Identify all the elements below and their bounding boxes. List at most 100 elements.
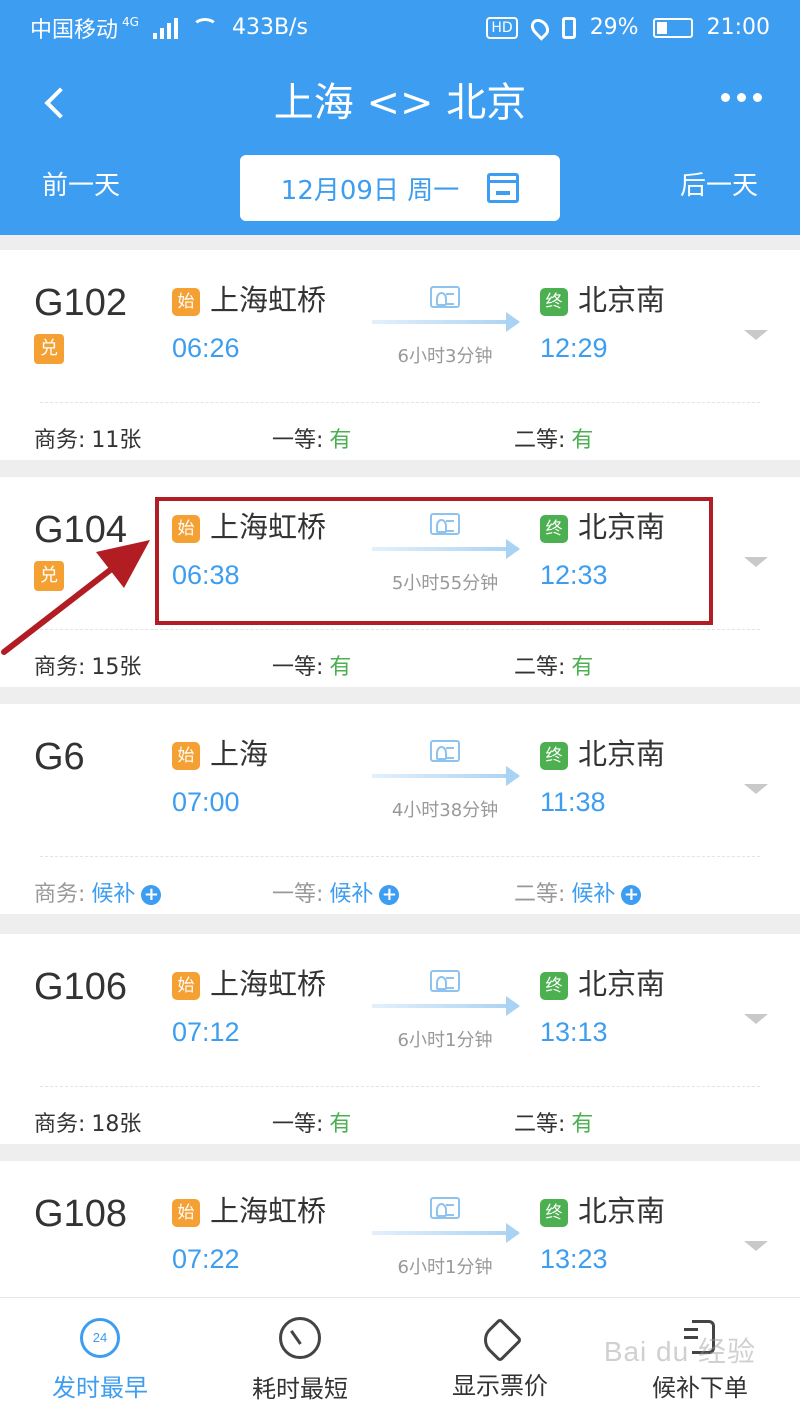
divider [40, 402, 760, 403]
start-badge: 始 [172, 1199, 200, 1227]
sort-earliest-button[interactable]: 24 发时最早 [0, 1298, 200, 1422]
watermark: Bai du 经验 [603, 1336, 756, 1367]
network-type: 4G [122, 14, 139, 29]
train-number: G6 [34, 736, 85, 778]
plus-circle-icon[interactable]: + [621, 885, 642, 905]
train-card-g108[interactable]: G108 始 上海虹桥 07:22 6小时1分钟 终 北京南 13:23 [0, 1161, 800, 1301]
vibrate-icon [561, 16, 576, 39]
route-arrow [372, 539, 520, 559]
arrive-time: 12:29 [540, 333, 608, 363]
to-station: 北京南 [578, 967, 666, 1001]
id-card-icon [430, 970, 460, 992]
depart-time: 07:12 [172, 1017, 240, 1047]
seat-first[interactable]: 一等: 候补 + [272, 880, 400, 910]
chevron-down-icon[interactable] [744, 784, 768, 794]
date-label: 12月09日 周一 [280, 175, 460, 206]
start-badge: 始 [172, 742, 200, 770]
status-bar: 中国移动 4G 433B/s HD 29% 21:00 [0, 0, 800, 55]
plus-circle-icon[interactable]: + [141, 885, 162, 905]
train-card-g6[interactable]: G6 始 上海 07:00 4小时38分钟 终 北京南 11:38 商务: 候补 +… [0, 704, 800, 914]
seat-second[interactable]: 二等: 候补 + [514, 880, 642, 910]
back-arrow-icon[interactable] [36, 83, 76, 123]
sort-earliest-label: 发时最早 [52, 1373, 148, 1402]
seat-first: 一等: 有 [272, 428, 352, 453]
location-icon [526, 14, 553, 41]
train-number: G102 [34, 282, 127, 324]
plus-circle-icon[interactable]: + [379, 885, 400, 905]
end-badge: 终 [540, 515, 568, 543]
prev-day-button[interactable]: 前一天 [42, 163, 120, 209]
divider [40, 856, 760, 857]
show-price-button[interactable]: 显示票价 [400, 1298, 600, 1422]
duration: 4小时38分钟 [391, 800, 499, 821]
waitlist-order-label: 候补下单 [652, 1373, 748, 1402]
seat-business: 商务: 18张 [34, 1112, 142, 1137]
more-dots-icon[interactable] [721, 93, 762, 102]
end-badge: 终 [540, 288, 568, 316]
network-speed: 433B/s [231, 15, 308, 40]
arrive-time: 12:33 [540, 560, 608, 590]
seat-business: 商务: 11张 [34, 428, 142, 453]
header: 上海 <> 北京 前一天 12月09日 周一 后一天 [0, 55, 800, 235]
sort-shortest-label: 耗时最短 [252, 1374, 348, 1403]
id-card-icon [430, 286, 460, 308]
to-station: 北京南 [578, 510, 666, 544]
timer-icon [279, 1316, 321, 1359]
id-card-icon [430, 1197, 460, 1219]
seat-first: 一等: 有 [272, 655, 352, 680]
battery-icon [652, 17, 693, 38]
price-tag-icon [477, 1316, 523, 1363]
sort-shortest-button[interactable]: 耗时最短 [200, 1298, 400, 1422]
seat-first: 一等: 有 [272, 1112, 352, 1137]
chevron-down-icon[interactable] [744, 1241, 768, 1251]
from-station: 上海虹桥 [210, 283, 327, 317]
end-badge: 终 [540, 1199, 568, 1227]
id-card-icon [430, 740, 460, 762]
hd-icon: HD [486, 16, 518, 39]
from-station: 上海 [210, 737, 269, 771]
start-badge: 始 [172, 972, 200, 1000]
route-arrow [372, 996, 520, 1016]
route-arrow [372, 312, 520, 332]
date-picker[interactable]: 12月09日 周一 [240, 155, 560, 221]
seat-second: 二等: 有 [514, 1112, 594, 1137]
end-badge: 终 [540, 742, 568, 770]
route-arrow [372, 766, 520, 786]
from-station: 上海虹桥 [210, 1194, 327, 1228]
train-number: G106 [34, 966, 127, 1008]
calendar-icon [487, 173, 520, 203]
clock-24-icon: 24 [80, 1317, 120, 1358]
chevron-down-icon[interactable] [744, 557, 768, 567]
seat-second: 二等: 有 [514, 655, 594, 680]
depart-time: 06:38 [172, 560, 240, 590]
from-station: 上海虹桥 [210, 967, 327, 1001]
to-station: 北京南 [578, 283, 666, 317]
from-station: 上海虹桥 [210, 510, 327, 544]
duration: 6小时1分钟 [397, 1030, 493, 1051]
duration: 5小时55分钟 [391, 573, 499, 594]
divider [40, 1086, 760, 1087]
exchange-badge: 兑 [34, 334, 64, 364]
arrive-time: 13:13 [540, 1017, 608, 1047]
train-card-g106[interactable]: G106 始 上海虹桥 07:12 6小时1分钟 终 北京南 13:13 商务:… [0, 934, 800, 1144]
seat-second: 二等: 有 [514, 428, 594, 453]
depart-time: 07:22 [172, 1244, 240, 1274]
duration: 6小时3分钟 [397, 346, 493, 367]
next-day-button[interactable]: 后一天 [680, 163, 758, 209]
train-card-g102[interactable]: G102 兑 始 上海虹桥 06:26 6小时3分钟 终 北京南 12:29 商… [0, 250, 800, 460]
chevron-down-icon[interactable] [744, 330, 768, 340]
arrive-time: 13:23 [540, 1244, 608, 1274]
battery-percent: 29% [589, 15, 639, 40]
route-arrow [372, 1223, 520, 1243]
chevron-down-icon[interactable] [744, 1014, 768, 1024]
seat-business[interactable]: 商务: 候补 + [34, 880, 162, 910]
depart-time: 06:26 [172, 333, 240, 363]
to-station: 北京南 [578, 737, 666, 771]
train-number: G108 [34, 1193, 127, 1235]
id-card-icon [430, 513, 460, 535]
carrier-label: 中国移动 [30, 17, 119, 43]
annotation-arrow-icon [1, 540, 150, 655]
wifi-icon [191, 17, 218, 38]
start-badge: 始 [172, 515, 200, 543]
arrive-time: 11:38 [540, 787, 606, 817]
